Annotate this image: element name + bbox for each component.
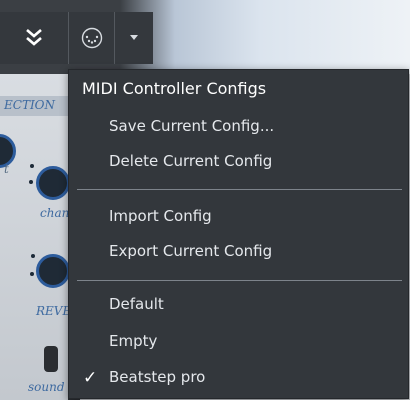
caret-down-icon xyxy=(130,35,138,40)
midi-connector-icon xyxy=(81,27,102,49)
channel-knob[interactable] xyxy=(36,166,70,200)
knob-tick xyxy=(30,164,34,168)
reverb-knob[interactable] xyxy=(36,254,70,288)
menu-item-config-beatstep-pro[interactable]: Beatstep pro xyxy=(109,361,205,393)
midi-config-button[interactable] xyxy=(69,12,115,64)
menu-item-import-config[interactable]: Import Config xyxy=(109,200,212,232)
knob-tick xyxy=(31,254,35,258)
menu-title: MIDI Controller Configs xyxy=(82,79,267,98)
collapse-panel-button[interactable] xyxy=(0,12,69,64)
midi-config-dropdown-button[interactable] xyxy=(115,12,153,64)
knob-label-t: t xyxy=(4,162,9,176)
midi-config-menu: MIDI Controller Configs Save Current Con… xyxy=(68,69,409,399)
knob-label-reve: REVE xyxy=(36,304,72,318)
menu-divider xyxy=(77,280,402,281)
knob-label-chan: chan xyxy=(40,206,70,220)
knob-tick xyxy=(29,180,33,184)
chevrons-down-icon xyxy=(26,29,42,46)
menu-item-config-default[interactable]: Default xyxy=(109,288,164,320)
menu-divider xyxy=(77,189,402,190)
checkmark-icon: ✓ xyxy=(83,368,98,388)
section-label: ECTION xyxy=(4,98,56,112)
menu-item-save-config[interactable]: Save Current Config... xyxy=(109,110,274,142)
top-toolbar xyxy=(0,0,410,74)
toggle-switch[interactable] xyxy=(44,346,58,372)
menu-item-config-empty[interactable]: Empty xyxy=(109,325,157,357)
menu-item-delete-config[interactable]: Delete Current Config xyxy=(109,145,272,177)
menu-item-export-config[interactable]: Export Current Config xyxy=(109,235,272,267)
knob-tick xyxy=(30,272,34,276)
